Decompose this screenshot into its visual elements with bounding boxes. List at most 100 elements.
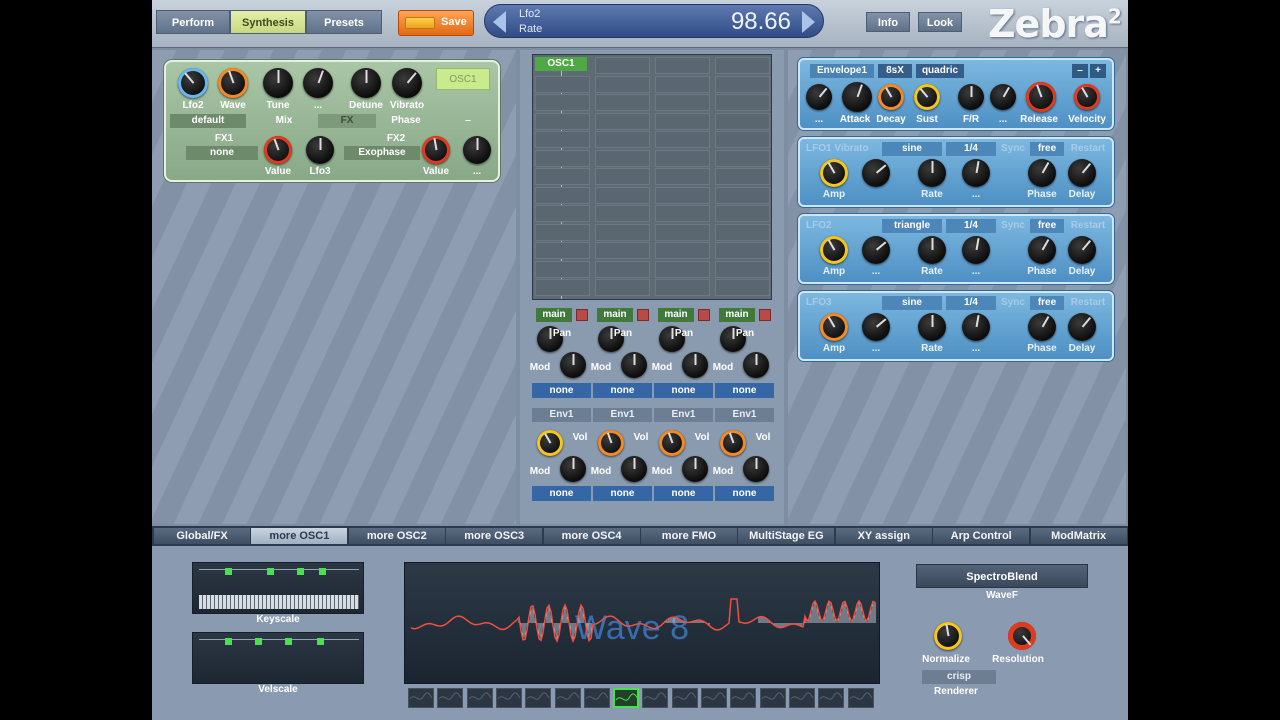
grid-cell[interactable] — [655, 149, 710, 167]
mute-toggle[interactable] — [637, 309, 649, 321]
wave-thumbnail[interactable] — [613, 688, 640, 708]
wave-thumbnail[interactable] — [642, 688, 669, 708]
grid-cell[interactable] — [595, 260, 650, 278]
wave-thumbnail[interactable] — [466, 688, 493, 708]
grid-cell[interactable] — [655, 205, 710, 222]
lfo-knob-3[interactable] — [962, 236, 990, 264]
mod-source-selector[interactable]: none — [593, 383, 652, 398]
phase-button[interactable]: Phase — [378, 114, 434, 128]
grid-cell[interactable] — [715, 260, 770, 278]
tab-more-osc3[interactable]: more OSC3 — [446, 528, 543, 544]
grid-cell[interactable] — [715, 279, 770, 296]
next-arrow-icon[interactable] — [802, 11, 815, 33]
vol-mod-source-selector[interactable]: none — [532, 486, 591, 501]
lfo-rate-selector[interactable]: 1/4 — [946, 219, 996, 233]
grid-cell[interactable] — [655, 242, 710, 259]
grid-cell[interactable] — [535, 279, 590, 296]
resolution-knob[interactable] — [1008, 622, 1036, 650]
wave-thumbnail[interactable] — [554, 688, 581, 708]
grid-cell[interactable] — [535, 168, 590, 185]
envelope-plus-button[interactable]: + — [1090, 64, 1106, 78]
grid-cell[interactable] — [535, 223, 590, 241]
osc-extra-button[interactable]: – — [440, 114, 496, 128]
wave-thumbnail[interactable] — [730, 688, 757, 708]
grid-cell[interactable] — [595, 168, 650, 185]
wave-thumbnail[interactable] — [847, 688, 874, 708]
wave-thumbnail[interactable] — [495, 688, 522, 708]
fx2-extra-knob[interactable] — [463, 136, 491, 164]
grid-cell[interactable] — [595, 242, 650, 259]
osc-output-selector[interactable]: main — [536, 308, 572, 322]
grid-cell[interactable] — [535, 94, 590, 111]
grid-cell[interactable] — [535, 242, 590, 259]
tab-xy-assign[interactable]: XY assign — [835, 528, 932, 544]
grid-cell[interactable] — [535, 149, 590, 167]
tab-presets[interactable]: Presets — [306, 10, 382, 34]
env-selector[interactable]: Env1 — [593, 408, 652, 422]
vol-mod-source-selector[interactable]: none — [654, 486, 713, 501]
preset-selector[interactable]: default — [170, 114, 246, 128]
lfo-trigger-selector[interactable]: free — [1030, 142, 1064, 156]
grid-cell[interactable] — [595, 112, 650, 130]
tab-arp-control[interactable]: Arp Control — [933, 528, 1030, 544]
env-selector[interactable]: Env1 — [654, 408, 713, 422]
grid-cell[interactable] — [715, 205, 770, 222]
mod-knob[interactable] — [743, 352, 769, 378]
lfo-restart-toggle[interactable]: Restart — [1066, 219, 1110, 233]
tab-multistage-eg[interactable]: MultiStage EG — [738, 528, 835, 544]
velscale-box[interactable] — [192, 632, 364, 684]
grid-osc1-cell[interactable]: OSC1 — [535, 57, 587, 71]
grid-cell[interactable] — [535, 75, 590, 93]
lfo-sync-toggle[interactable]: Sync — [998, 296, 1028, 310]
lfo-knob-1[interactable] — [862, 236, 890, 264]
look-button[interactable]: Look — [918, 12, 962, 32]
mod-source-selector[interactable]: none — [532, 383, 591, 398]
prev-arrow-icon[interactable] — [493, 11, 506, 33]
lfo-rate-selector[interactable]: 1/4 — [946, 142, 996, 156]
fx1-selector[interactable]: none — [186, 146, 258, 160]
grid-cell[interactable] — [655, 186, 710, 204]
grid-cell[interactable] — [655, 112, 710, 130]
wave-thumbnail[interactable] — [701, 688, 727, 708]
wave-thumbnail[interactable] — [583, 688, 610, 708]
detune-knob[interactable] — [351, 68, 381, 98]
wave-thumbnail[interactable] — [671, 688, 698, 708]
tab-synthesis[interactable]: Synthesis — [230, 10, 306, 34]
wave-thumbnail[interactable] — [437, 688, 464, 708]
osc-grid[interactable]: OSC1 — [532, 54, 772, 300]
grid-cell[interactable] — [715, 149, 770, 167]
envelope-mode[interactable]: 8sX — [878, 64, 912, 78]
lfo-sync-toggle[interactable]: Sync — [998, 219, 1028, 233]
envelope-knob-6[interactable] — [1026, 82, 1056, 112]
envelope-knob-2[interactable] — [878, 84, 904, 110]
grid-cell[interactable] — [535, 186, 590, 204]
grid-cell[interactable] — [655, 279, 710, 296]
lfo-knob-4[interactable] — [1028, 159, 1056, 187]
env-selector[interactable]: Env1 — [532, 408, 591, 422]
grid-cell[interactable] — [715, 168, 770, 185]
lfo-restart-toggle[interactable]: Restart — [1066, 296, 1110, 310]
osc-output-selector[interactable]: main — [658, 308, 694, 322]
lfo2-knob[interactable] — [178, 68, 208, 98]
lfo-knob-1[interactable] — [862, 159, 890, 187]
grid-cell[interactable] — [715, 112, 770, 130]
keyscale-box[interactable] — [192, 562, 364, 614]
lfo-knob-4[interactable] — [1028, 313, 1056, 341]
grid-cell[interactable] — [655, 57, 710, 74]
grid-cell[interactable] — [655, 75, 710, 93]
save-button[interactable]: Save — [398, 10, 474, 36]
grid-cell[interactable] — [595, 186, 650, 204]
envelope-knob-0[interactable] — [806, 84, 832, 110]
tab-more-fmo[interactable]: more FMO — [641, 528, 737, 544]
vol-mod-source-selector[interactable]: none — [715, 486, 774, 501]
grid-cell[interactable] — [595, 223, 650, 241]
grid-cell[interactable] — [655, 168, 710, 185]
grid-cell[interactable] — [535, 112, 590, 130]
info-button[interactable]: Info — [866, 12, 910, 32]
grid-cell[interactable] — [595, 75, 650, 93]
fx-button[interactable]: FX — [318, 114, 376, 128]
vol-mod-source-selector[interactable]: none — [593, 486, 652, 501]
mod-source-selector[interactable]: none — [715, 383, 774, 398]
wave-knob[interactable] — [218, 68, 248, 98]
lfo-wave-selector[interactable]: triangle — [882, 219, 942, 233]
